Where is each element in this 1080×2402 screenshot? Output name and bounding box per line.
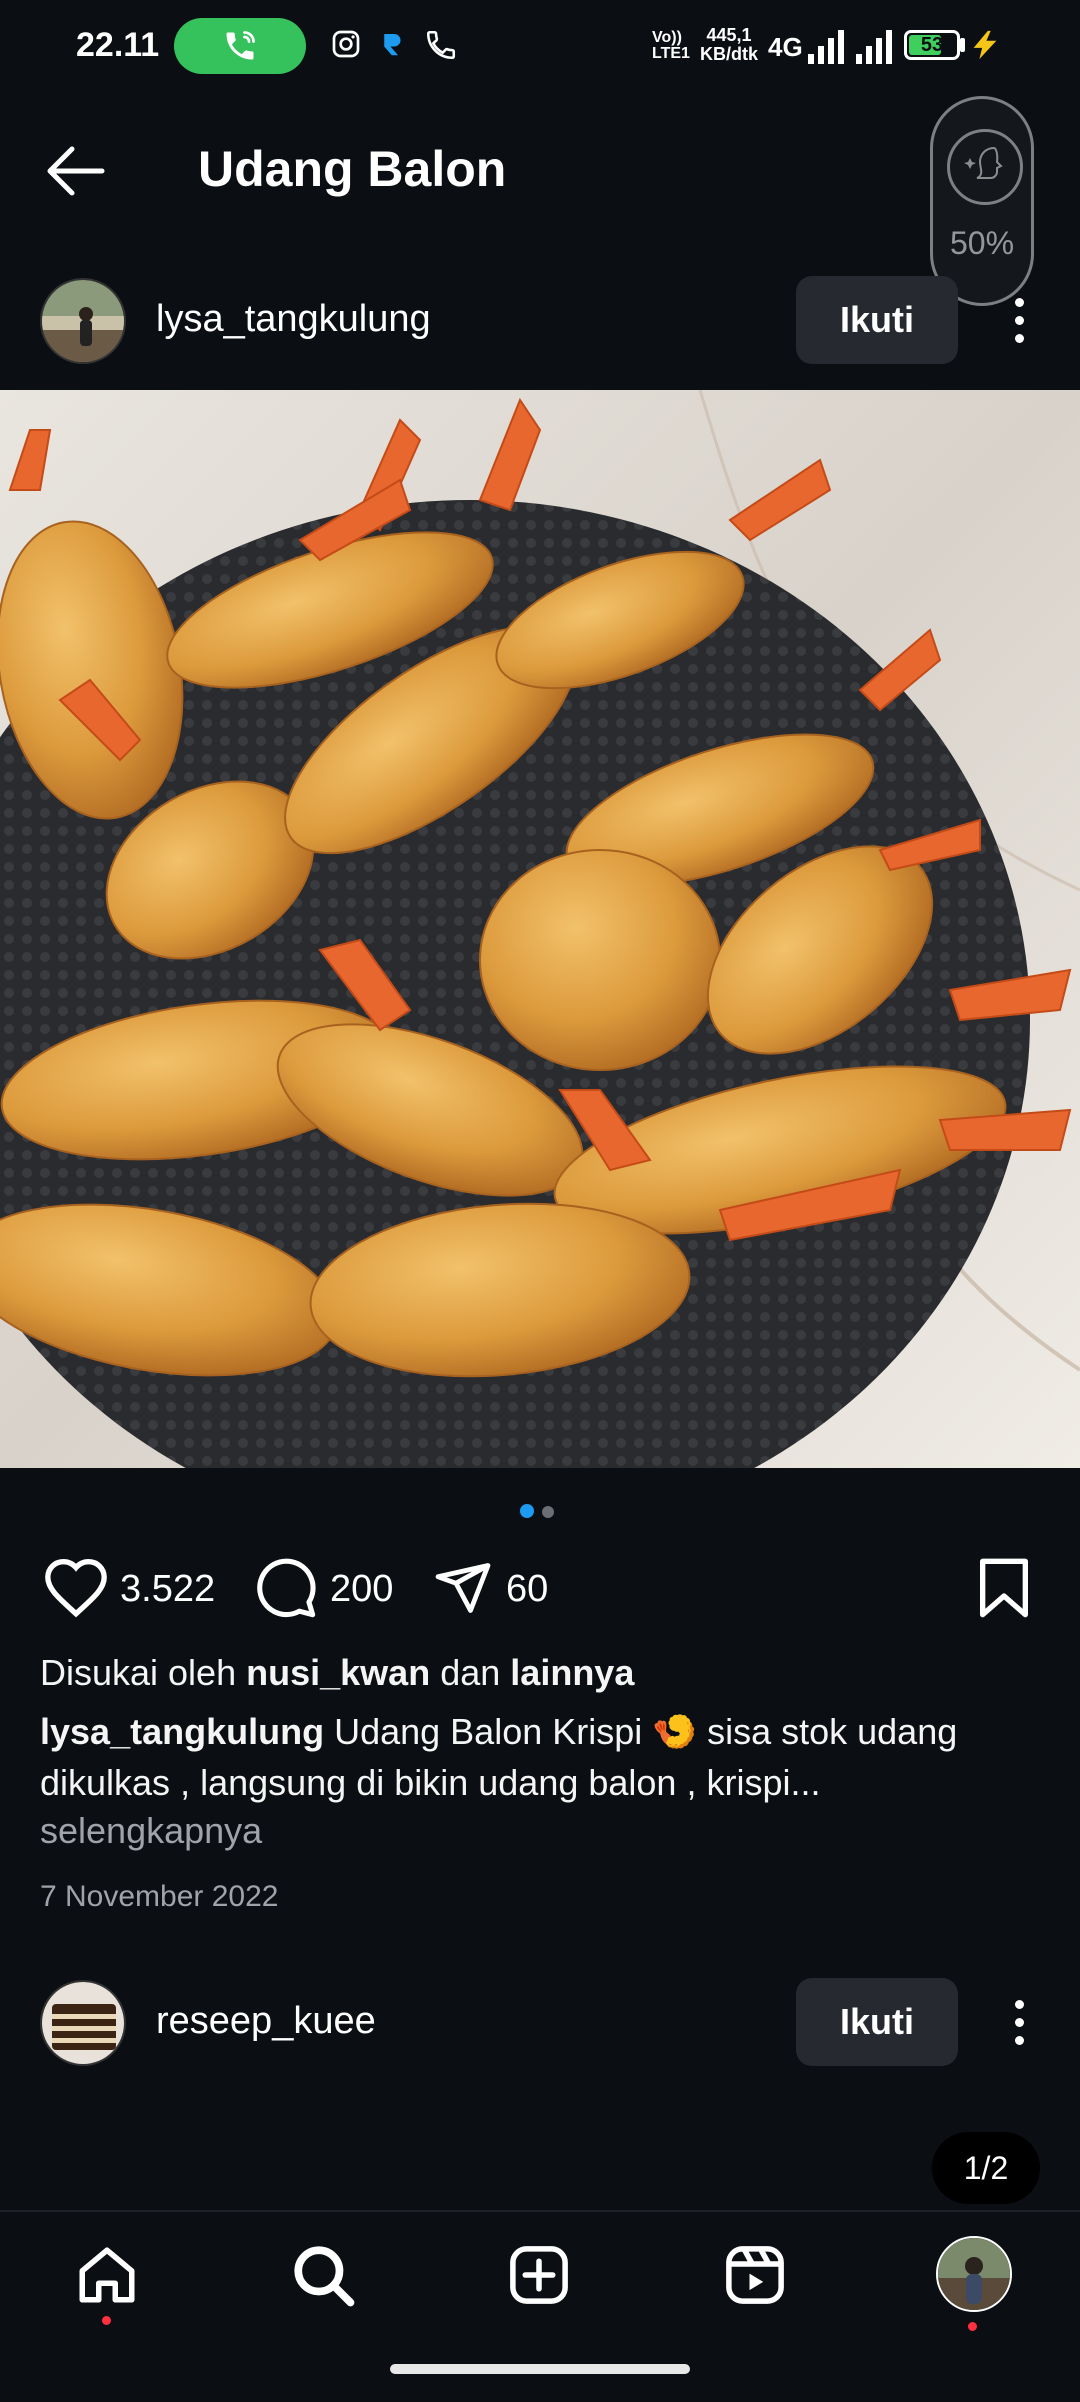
back-arrow-icon[interactable] <box>42 140 108 202</box>
liked-by-others[interactable]: lainnya <box>510 1652 634 1693</box>
like-heart-icon[interactable] <box>42 1556 110 1618</box>
face-icon <box>947 129 1023 205</box>
carousel-indicator <box>520 1504 555 1523</box>
volte-indicator: Vo)) LTE1 <box>652 29 690 62</box>
media-pager-badge: 1/2 <box>932 2132 1040 2204</box>
post-username[interactable]: lysa_tangkulung <box>156 298 431 341</box>
profile-notification-dot <box>968 2322 977 2331</box>
share-send-icon[interactable] <box>432 1558 494 1618</box>
carousel-dot <box>542 1506 555 1518</box>
page-title: Udang Balon <box>198 141 507 197</box>
nav-profile[interactable] <box>936 2236 1012 2331</box>
fried-shrimp-photo <box>0 390 1080 1468</box>
gesture-home-bar[interactable] <box>390 2364 690 2374</box>
nav-reels[interactable] <box>722 2242 788 2313</box>
caption-username[interactable]: lysa_tangkulung <box>40 1711 324 1752</box>
liked-by-prefix: Disukai oleh <box>40 1652 237 1693</box>
follow-button[interactable]: Ikuti <box>796 276 958 364</box>
next-post-username[interactable]: reseep_kuee <box>156 2000 376 2043</box>
signal-icon-2 <box>856 30 892 64</box>
home-icon <box>79 2247 135 2303</box>
liked-by-conjunction: dan <box>440 1652 501 1693</box>
network-type: 4G <box>768 32 803 62</box>
instagram-icon <box>332 30 360 58</box>
next-post-avatar[interactable] <box>40 1980 126 2066</box>
next-post-follow-button[interactable]: Ikuti <box>796 1978 958 2066</box>
battery-indicator: 53 <box>904 30 960 60</box>
battery-level: 53 <box>920 34 944 56</box>
phone-call-icon <box>426 30 456 60</box>
profile-avatar <box>936 2236 1012 2312</box>
avatar[interactable] <box>40 278 126 364</box>
create-post-icon <box>510 2246 568 2304</box>
liked-by-user[interactable]: nusi_kwan <box>246 1652 430 1693</box>
app-notification-icon <box>384 34 401 56</box>
network-speed: 445,1 KB/dtk <box>700 26 758 64</box>
nav-search[interactable] <box>290 2242 356 2313</box>
charging-icon <box>973 30 997 60</box>
likes-count[interactable]: 3.522 <box>120 1568 215 1611</box>
see-more-link[interactable]: selengkapnya <box>40 1810 262 1852</box>
more-options-icon[interactable] <box>1013 298 1025 352</box>
post-caption: lysa_tangkulung Udang Balon Krispi 🍤 sis… <box>40 1706 1040 1808</box>
nav-create[interactable] <box>506 2242 572 2313</box>
home-notification-dot <box>102 2316 111 2325</box>
comments-count[interactable]: 200 <box>330 1568 393 1611</box>
search-icon <box>294 2246 355 2307</box>
battery-tip <box>960 38 965 52</box>
status-time: 22.11 <box>76 26 160 64</box>
nav-home[interactable] <box>74 2242 140 2325</box>
bookmark-icon[interactable] <box>976 1556 1032 1620</box>
network-speed-value: 445,1 <box>706 25 752 45</box>
reels-icon <box>726 2246 784 2304</box>
signal-icon <box>808 30 844 64</box>
post-image[interactable] <box>0 390 1080 1468</box>
shares-count[interactable]: 60 <box>506 1568 548 1611</box>
liked-by-text[interactable]: Disukai oleh nusi_kwan dan lainnya <box>40 1652 634 1694</box>
phone-icon <box>226 31 255 60</box>
beauty-filter-widget[interactable]: 50% <box>930 96 1034 306</box>
caption-text-line1: Udang Balon Krispi 🍤 sisa stok udang <box>334 1711 958 1752</box>
carousel-dot-active <box>520 1504 534 1518</box>
next-post-more-options-icon[interactable] <box>1013 2000 1025 2054</box>
ongoing-call-pill[interactable] <box>174 18 306 74</box>
comment-icon[interactable] <box>254 1556 318 1620</box>
post-date: 7 November 2022 <box>40 1880 279 1913</box>
beauty-level: 50% <box>949 225 1015 261</box>
caption-text-line2: dikulkas , langsung di bikin udang balon… <box>40 1762 821 1803</box>
network-speed-unit: KB/dtk <box>700 44 758 64</box>
status-bar: 22.11 Vo)) LTE1 445,1 KB/dtk 4G 53 <box>0 0 1080 96</box>
